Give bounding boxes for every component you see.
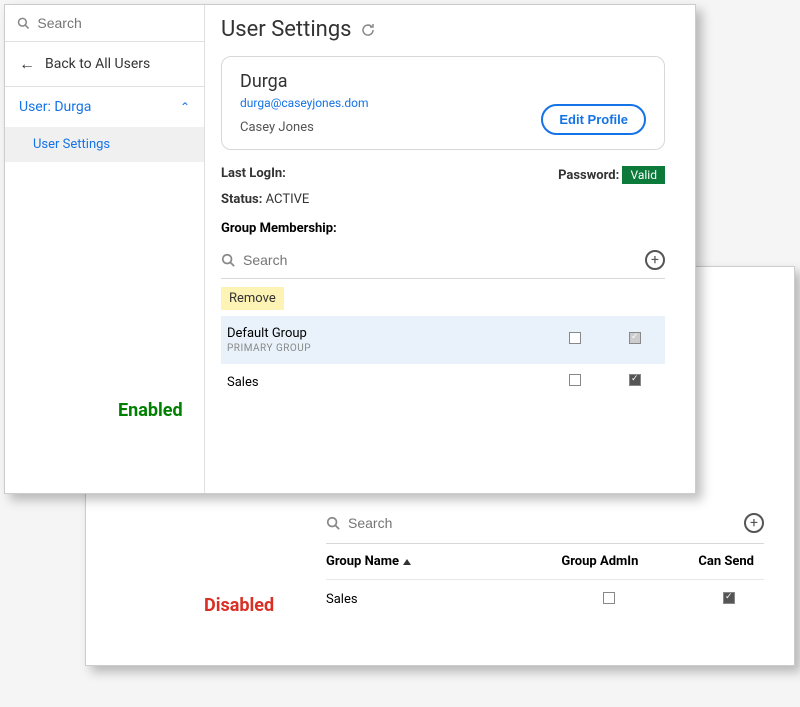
col-group-admin[interactable]: Group AdmIn <box>561 554 638 569</box>
search-icon <box>221 253 235 267</box>
group-table-header-disabled: Group Name Group AdmIn Can Send <box>326 544 764 580</box>
can-send-checkbox[interactable] <box>629 374 641 386</box>
col-group-name[interactable]: Group Name <box>326 554 411 569</box>
page-header: User Settings <box>221 17 665 42</box>
password-badge: Valid <box>622 166 665 184</box>
can-send-checkbox[interactable] <box>629 332 641 344</box>
group-name-cell: Default Group <box>227 326 539 341</box>
group-row[interactable]: Default Group PRIMARY GROUP <box>221 316 665 364</box>
group-admin-checkbox[interactable] <box>569 374 581 386</box>
refresh-icon[interactable] <box>360 22 376 38</box>
search-icon <box>17 16 29 30</box>
group-name-cell: Sales <box>326 592 358 608</box>
profile-company: Casey Jones <box>240 120 369 135</box>
group-admin-checkbox[interactable] <box>569 332 581 344</box>
sidebar-search <box>5 5 204 42</box>
profile-email[interactable]: durga@caseyjones.dom <box>240 96 369 110</box>
last-login-label: Last LogIn: <box>221 166 286 181</box>
search-icon <box>326 516 340 530</box>
disabled-overlay-label: Disabled <box>204 595 274 616</box>
profile-name: Durga <box>240 71 369 92</box>
remove-column-pill[interactable]: Remove <box>221 287 284 310</box>
group-name-cell: Sales <box>221 364 545 400</box>
sidebar-user-label: User: Durga <box>19 99 91 115</box>
page-title: User Settings <box>221 17 352 42</box>
meta-login-password: Last LogIn: Password: Valid <box>221 166 665 184</box>
back-to-all-users[interactable]: ← Back to All Users <box>5 42 204 87</box>
chevron-up-icon: ⌃ <box>180 100 190 114</box>
edit-profile-button[interactable]: Edit Profile <box>541 104 646 135</box>
group-row-disabled: Sales <box>326 580 764 620</box>
add-group-button-disabled[interactable]: + <box>744 513 764 533</box>
status-label: Status: <box>221 192 262 207</box>
arrow-left-icon: ← <box>19 54 35 74</box>
group-search-input[interactable] <box>243 252 424 268</box>
sidebar-search-input[interactable] <box>37 15 192 31</box>
primary-group-tag: PRIMARY GROUP <box>227 343 539 354</box>
group-search-row-disabled: + <box>326 507 764 544</box>
group-search-row: + <box>221 246 665 279</box>
status-value: ACTIVE <box>266 192 310 207</box>
group-admin-checkbox[interactable] <box>603 592 615 604</box>
group-search-input-disabled[interactable] <box>348 515 529 531</box>
profile-card: Durga durga@caseyjones.dom Casey Jones E… <box>221 56 665 150</box>
password-label: Password: <box>558 168 619 183</box>
sidebar-user-toggle[interactable]: User: Durga ⌃ <box>5 87 204 127</box>
main-content: User Settings Durga durga@caseyjones.dom… <box>205 5 695 493</box>
can-send-checkbox[interactable] <box>723 592 735 604</box>
enabled-panel: ← Back to All Users User: Durga ⌃ User S… <box>4 4 696 494</box>
group-membership-label: Group Membership: <box>221 221 665 236</box>
group-table: Default Group PRIMARY GROUP Sales <box>221 316 665 400</box>
enabled-overlay-label: Enabled <box>118 400 183 421</box>
group-row[interactable]: Sales <box>221 364 665 400</box>
sort-asc-icon <box>403 559 411 565</box>
add-group-button[interactable]: + <box>645 250 665 270</box>
col-can-send[interactable]: Can Send <box>698 554 754 569</box>
sidebar-item-user-settings[interactable]: User Settings <box>5 127 204 162</box>
meta-status: Status: ACTIVE <box>221 192 665 207</box>
back-label: Back to All Users <box>45 56 150 72</box>
